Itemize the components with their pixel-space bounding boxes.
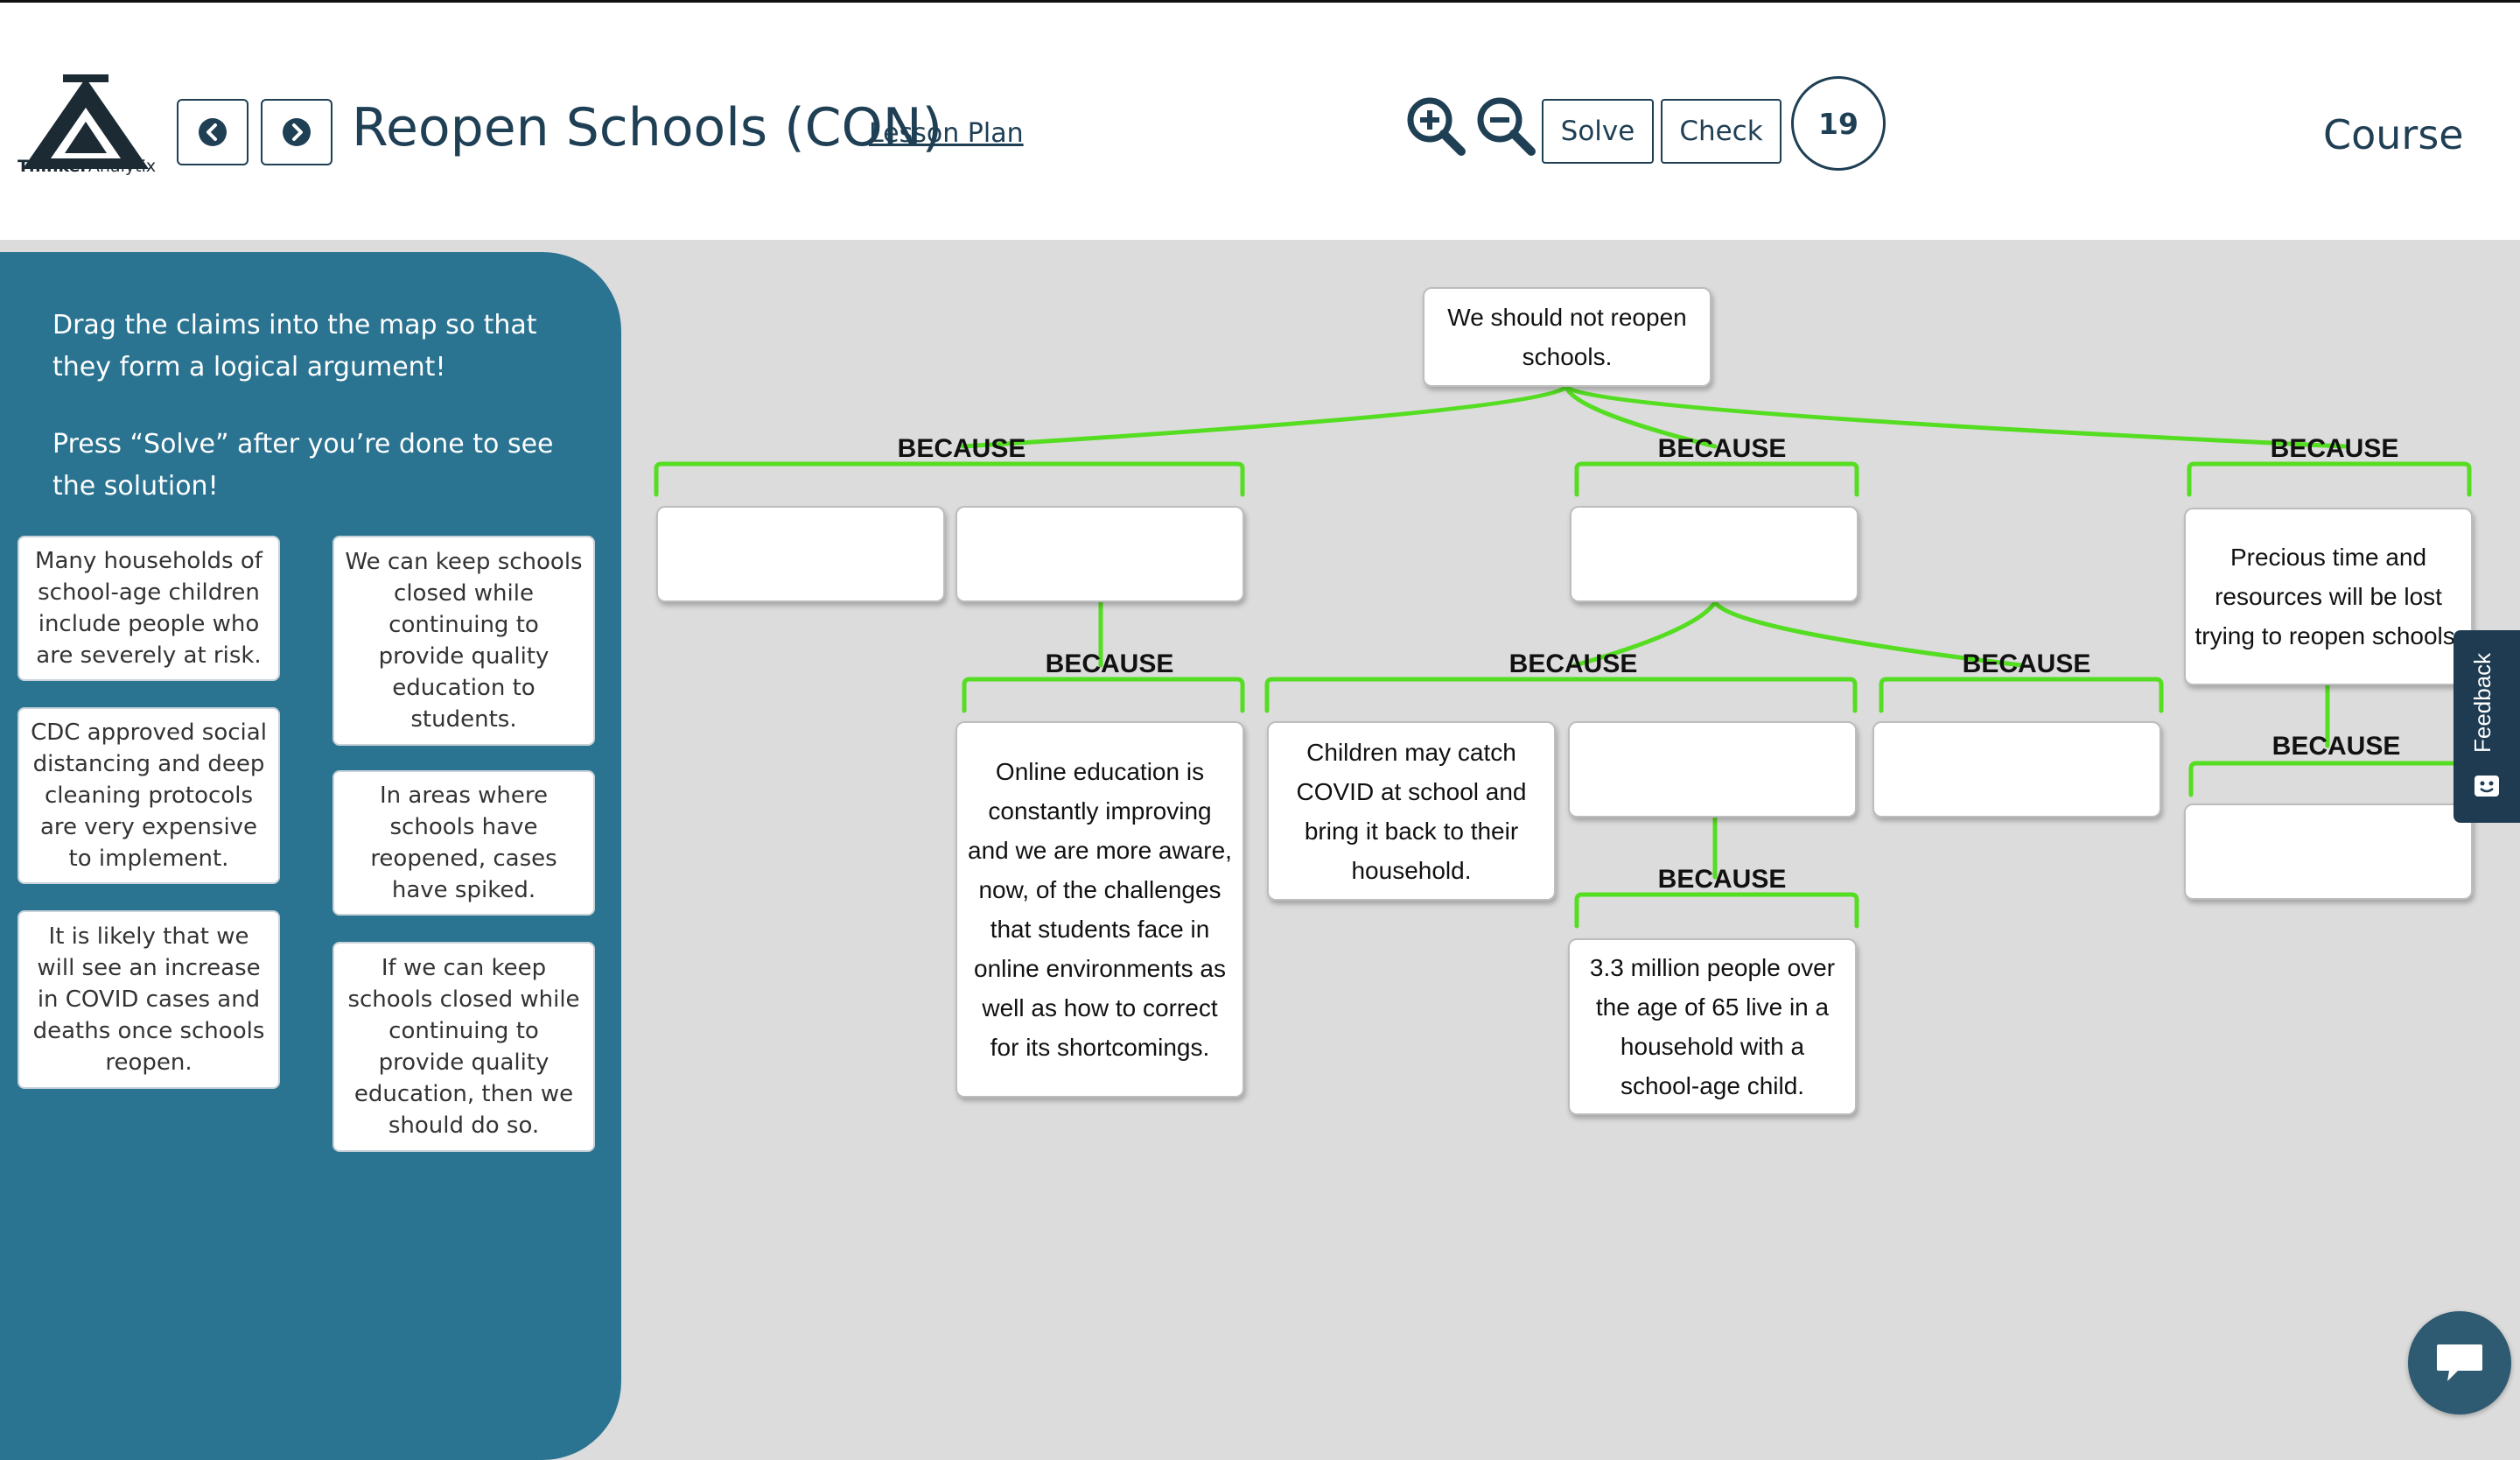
because-label: BECAUSE [1508,649,1638,678]
claim-card[interactable]: In areas where schools have reopened, ca… [332,770,595,916]
solve-button[interactable]: Solve [1542,99,1654,164]
back-button[interactable] [177,99,248,165]
zoom-out-icon[interactable] [1475,95,1536,157]
instruction-drag: Drag the claims into the map so that the… [52,310,537,383]
forward-button[interactable] [261,99,332,165]
chat-button[interactable] [2408,1311,2511,1414]
because-label: BECAUSE [2272,732,2401,761]
feedback-smile-icon [2474,776,2499,797]
empty-drop-slot[interactable] [956,506,1244,602]
lesson-plan-link[interactable]: Lesson Plan [869,118,1024,149]
claim-card[interactable]: It is likely that we will see an increas… [18,910,280,1089]
course-link[interactable]: Course [2323,111,2464,158]
claim-card[interactable]: CDC approved social distancing and deep … [18,707,280,884]
back-arrow-icon [199,118,227,146]
page-title: Reopen Schools (CON) [352,97,943,158]
zoom-in-icon[interactable] [1405,95,1466,157]
check-button[interactable]: Check [1661,99,1782,164]
header: ThinkerAnalytix Reopen Schools (CON) Les… [0,3,2520,240]
forward-arrow-icon [283,118,311,146]
because-label: BECAUSE [2270,434,2399,463]
timer-badge: 19 [1791,76,1886,171]
million-people-box[interactable]: 3.3 million people over the age of 65 li… [1568,938,1857,1115]
timer-value: 19 [1818,106,1858,141]
empty-drop-slot[interactable] [656,506,945,602]
because-label: BECAUSE [897,434,1026,463]
chat-bubble-icon [2437,1344,2482,1381]
empty-drop-slot[interactable] [1568,721,1857,818]
precious-time-box[interactable]: Precious time and resources will be lost… [2184,508,2473,685]
empty-drop-slot[interactable] [2184,804,2473,900]
root-claim-box[interactable]: We should not reopen schools. [1423,287,1712,387]
empty-drop-slot[interactable] [1872,721,2161,818]
claim-card[interactable]: If we can keep schools closed while cont… [332,942,595,1152]
feedback-label: Feedback [2469,652,2496,753]
claim-card[interactable]: Many households of school-age children i… [18,536,280,681]
because-label: BECAUSE [1657,865,1787,894]
because-label: BECAUSE [1657,434,1787,463]
online-education-box[interactable]: Online education is constantly improving… [956,721,1244,1098]
instruction-solve: Press “Solve” after you’re done to see t… [52,429,554,502]
because-label: BECAUSE [1045,649,1174,678]
because-label: BECAUSE [1962,649,2091,678]
empty-drop-slot[interactable] [1570,506,1858,602]
children-covid-box[interactable]: Children may catch COVID at school and b… [1267,721,1556,901]
claim-card[interactable]: We can keep schools closed while continu… [332,536,595,746]
logo-text: ThinkerAnalytix [18,157,157,176]
